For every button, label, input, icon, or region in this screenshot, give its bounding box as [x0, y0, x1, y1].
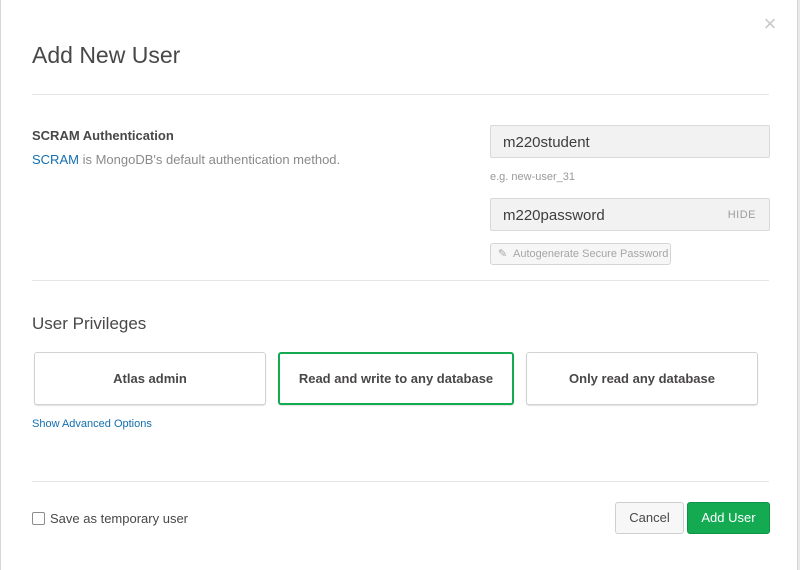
hide-password-toggle[interactable]: HIDE [728, 209, 756, 221]
username-input[interactable]: m220student [490, 125, 770, 158]
privilege-option-read-only[interactable]: Only read any database [526, 352, 758, 405]
show-advanced-options-link[interactable]: Show Advanced Options [32, 418, 152, 430]
add-user-dialog: × Add New User SCRAM Authentication SCRA… [0, 0, 798, 570]
privileges-heading: User Privileges [32, 314, 147, 333]
divider-top [32, 94, 769, 95]
username-value: m220student [503, 134, 590, 151]
add-user-button[interactable]: Add User [687, 502, 770, 534]
privilege-option-atlas-admin[interactable]: Atlas admin [34, 352, 266, 405]
close-icon[interactable]: × [760, 12, 780, 36]
temporary-user-label: Save as temporary user [50, 511, 189, 526]
divider-bottom [32, 481, 769, 482]
cancel-button[interactable]: Cancel [615, 502, 684, 534]
auth-heading: SCRAM Authentication [32, 128, 174, 143]
scram-link[interactable]: SCRAM [32, 152, 79, 167]
divider-middle [32, 280, 769, 281]
autogenerate-password-button[interactable]: ✎ Autogenerate Secure Password [490, 243, 671, 265]
auth-description: SCRAM is MongoDB's default authenticatio… [32, 152, 340, 167]
temporary-user-checkbox[interactable] [32, 512, 45, 525]
wrench-icon: ✎ [498, 248, 508, 260]
autogenerate-label: Autogenerate Secure Password [513, 248, 669, 260]
password-input[interactable]: m220password HIDE [490, 198, 770, 231]
password-value: m220password [503, 207, 605, 224]
privilege-option-read-write[interactable]: Read and write to any database [278, 352, 514, 405]
auth-description-text: is MongoDB's default authentication meth… [78, 152, 341, 167]
username-hint: e.g. new-user_31 [490, 171, 575, 183]
dialog-title: Add New User [32, 42, 181, 68]
